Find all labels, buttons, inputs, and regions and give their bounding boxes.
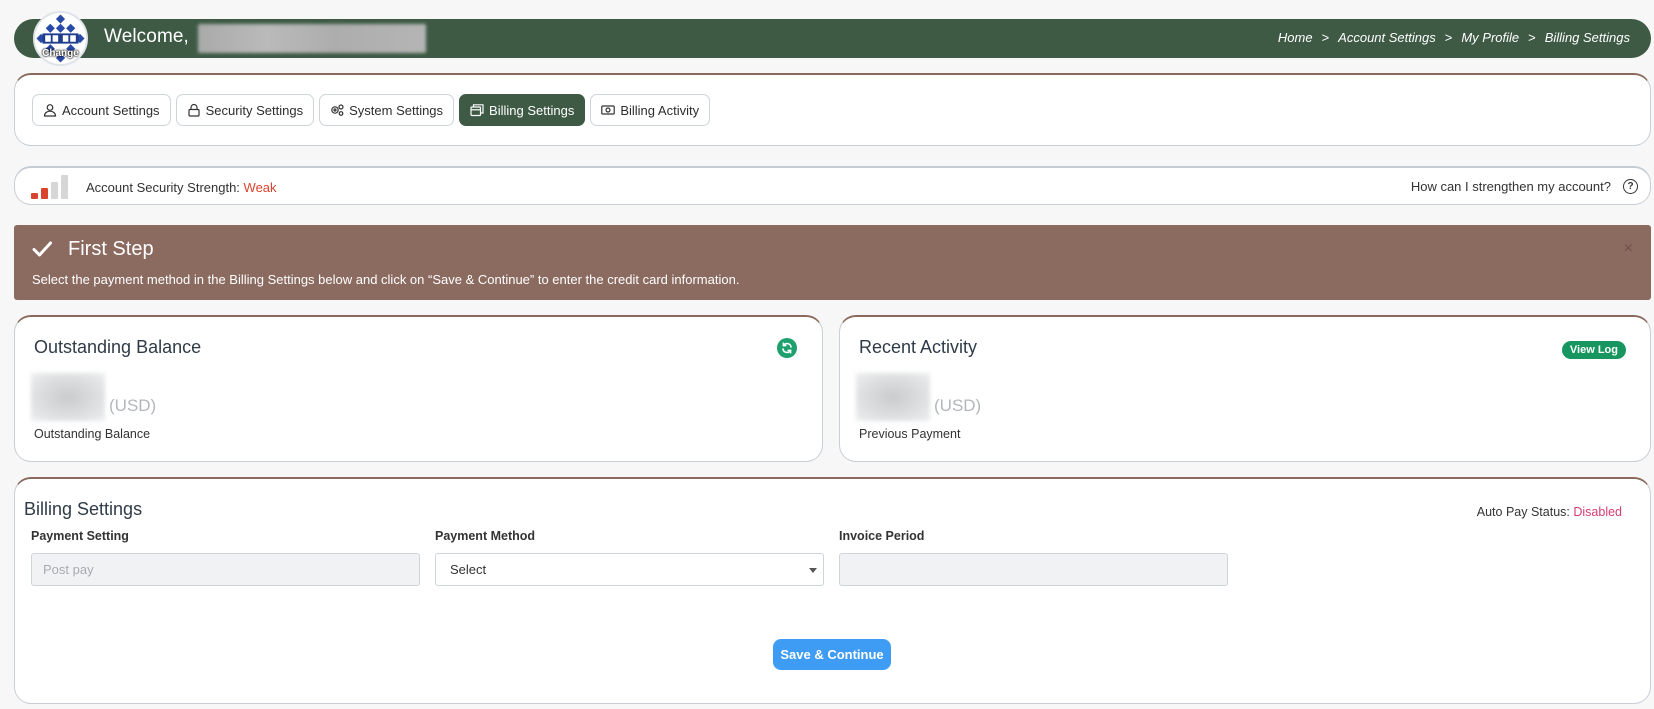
currency-label: (USD): [109, 396, 157, 415]
tab-security-settings[interactable]: Security Settings: [175, 94, 315, 126]
tab-billing-settings[interactable]: Billing Settings: [459, 94, 586, 126]
payment-method-label: Payment Method: [435, 529, 536, 543]
strength-bar: [41, 188, 48, 199]
payment-setting-label: Payment Setting: [31, 529, 129, 543]
autopay-value: Disabled: [1573, 505, 1622, 519]
settings-tabs: Account Settings Security Settings Syste…: [32, 94, 711, 126]
question-icon[interactable]: ?: [1623, 179, 1638, 194]
security-strength-label: Account Security Strength:: [86, 180, 240, 195]
top-header-bar: Change Welcome, Home > Account Settings …: [14, 11, 1651, 66]
breadcrumb: Home > Account Settings > My Profile > B…: [1278, 30, 1630, 45]
strength-bar: [61, 175, 68, 199]
outstanding-balance-title: Outstanding Balance: [34, 337, 202, 357]
breadcrumb-billing-settings: Billing Settings: [1544, 30, 1630, 45]
save-continue-button[interactable]: Save & Continue: [773, 639, 891, 670]
settings-tabs-card: Account Settings Security Settings Syste…: [14, 73, 1651, 146]
billing-settings-title: Billing Settings: [24, 499, 143, 519]
gears-icon: [331, 104, 344, 116]
previous-payment-subtitle: Previous Payment: [859, 427, 961, 441]
redacted-username: [198, 24, 426, 53]
lock-icon: [187, 103, 200, 117]
breadcrumb-home[interactable]: Home: [1278, 30, 1313, 45]
tab-label: System Settings: [349, 102, 444, 118]
tab-system-settings[interactable]: System Settings: [319, 94, 455, 126]
payment-method-value: Select: [450, 562, 487, 577]
breadcrumb-separator: >: [1444, 30, 1453, 45]
currency-label: (USD): [934, 396, 982, 415]
close-icon[interactable]: ×: [1624, 240, 1633, 258]
breadcrumb-separator: >: [1321, 30, 1330, 45]
strengthen-help-link[interactable]: How can I strengthen my account? ?: [1411, 179, 1638, 194]
view-log-button[interactable]: View Log: [1561, 341, 1626, 359]
refresh-icon[interactable]: [777, 338, 797, 358]
autopay-label: Auto Pay Status:: [1476, 505, 1570, 519]
strength-meter: [31, 175, 68, 199]
outstanding-balance-card: Outstanding Balance (USD) Outstanding Ba…: [14, 315, 823, 462]
payment-method-select[interactable]: Select: [435, 553, 824, 586]
tab-label: Account Settings: [62, 102, 160, 118]
alert-message: Select the payment method in the Billing…: [32, 272, 740, 287]
security-strength-card: Account Security Strength: Weak How can …: [14, 166, 1651, 205]
payment-setting-field: Post pay: [31, 553, 420, 586]
redacted-balance-amount: [31, 373, 105, 421]
checkmark-icon: [32, 241, 52, 257]
chevron-down-icon: [809, 568, 817, 573]
welcome-text: Welcome,: [104, 26, 189, 47]
recent-activity-card: Recent Activity View Log (USD) Previous …: [839, 315, 1651, 462]
breadcrumb-account-settings[interactable]: Account Settings: [1338, 30, 1436, 45]
money-icon: [601, 105, 616, 115]
user-icon: [43, 104, 57, 117]
security-strength-value: Weak: [243, 180, 277, 195]
breadcrumb-separator: >: [1528, 30, 1536, 45]
autopay-status: Auto Pay Status: Disabled: [1477, 505, 1622, 519]
recent-activity-title: Recent Activity: [859, 337, 978, 357]
tab-label: Billing Activity: [620, 102, 700, 118]
cards-icon: [470, 104, 484, 117]
tab-label: Security Settings: [205, 102, 304, 118]
tab-billing-activity[interactable]: Billing Activity: [590, 94, 711, 126]
strengthen-help-text[interactable]: How can I strengthen my account?: [1411, 179, 1611, 194]
strength-bar: [51, 182, 58, 199]
tab-label: Billing Settings: [489, 102, 575, 118]
outstanding-balance-subtitle: Outstanding Balance: [34, 427, 151, 441]
tab-account-settings[interactable]: Account Settings: [32, 94, 171, 126]
invoice-period-field: [839, 553, 1228, 586]
invoice-period-label: Invoice Period: [839, 529, 925, 543]
avatar[interactable]: Change: [33, 11, 88, 66]
billing-settings-card: Billing Settings Auto Pay Status: Disabl…: [14, 477, 1651, 704]
first-step-alert: First Step Select the payment method in …: [14, 225, 1651, 300]
strength-bar: [31, 193, 38, 199]
redacted-payment-amount: [856, 373, 930, 421]
avatar-change-label[interactable]: Change: [35, 48, 86, 59]
breadcrumb-my-profile[interactable]: My Profile: [1461, 30, 1519, 45]
alert-title: First Step: [68, 238, 154, 260]
security-strength-text: Account Security Strength: Weak: [86, 180, 277, 195]
